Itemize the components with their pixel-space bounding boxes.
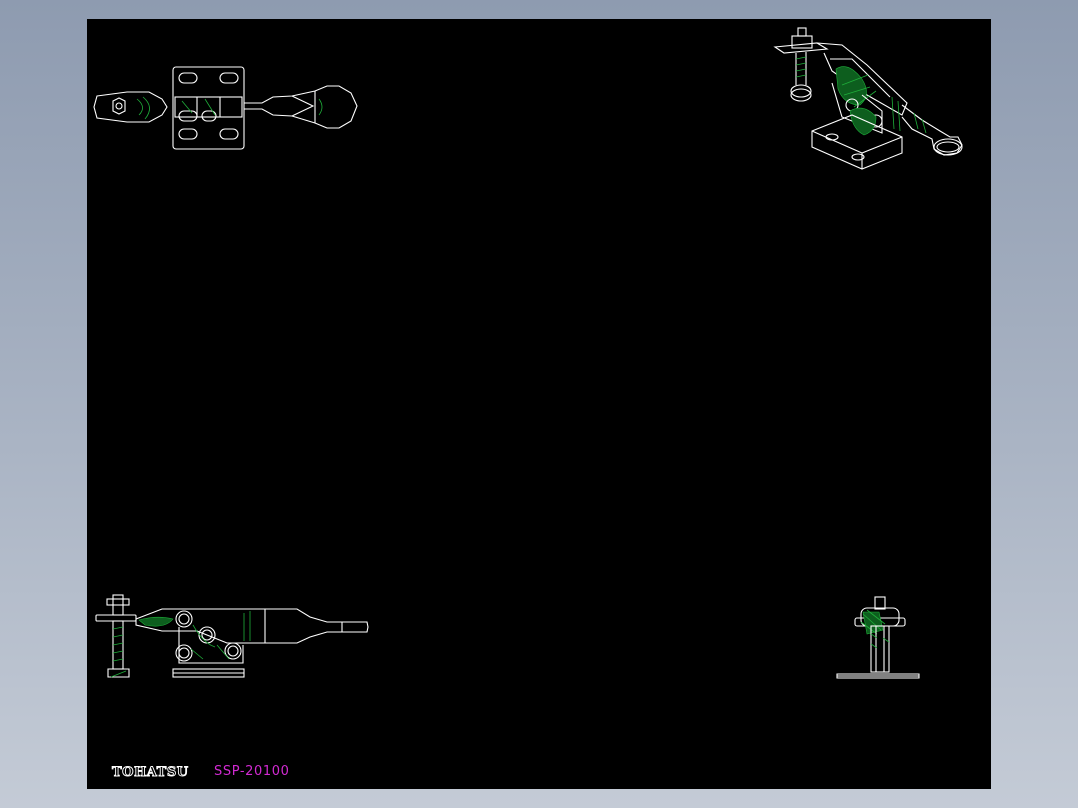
cad-viewport[interactable]: TOHATSU SSP-20100	[87, 19, 991, 789]
front-view	[95, 594, 369, 678]
side-view	[836, 596, 920, 679]
top-view	[93, 66, 358, 150]
brand-logo: TOHATSU	[112, 765, 189, 781]
isometric-view	[773, 27, 963, 170]
part-number-label: SSP-20100	[214, 764, 290, 779]
